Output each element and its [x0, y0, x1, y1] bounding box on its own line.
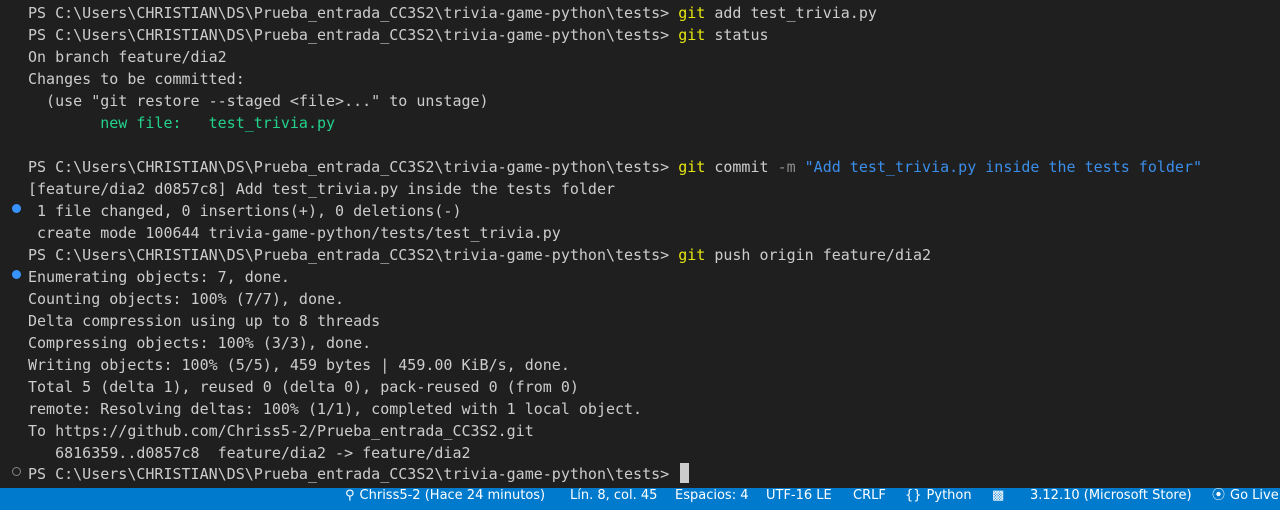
go-live-item[interactable]: ⦿ Go Live	[1212, 488, 1279, 504]
commit-summary: [feature/dia2 d0857c8] Add test_trivia.p…	[28, 180, 615, 198]
python-interpreter-item[interactable]: 3.12.10 (Microsoft Store)	[1030, 488, 1192, 504]
push-output: To https://github.com/Chriss5-2/Prueba_e…	[28, 422, 534, 440]
push-output: Writing objects: 100% (5/5), 459 bytes |…	[28, 356, 570, 374]
terminal-panel[interactable]: PS C:\Users\CHRISTIAN\DS\Prueba_entrada_…	[0, 0, 1280, 490]
push-output: 6816359..d0857c8 feature/dia2 -> feature…	[28, 444, 471, 462]
terminal-prompt: PS C:\Users\CHRISTIAN\DS\Prueba_entrada_…	[28, 246, 679, 264]
commit-create: create mode 100644 trivia-game-python/te…	[28, 224, 561, 242]
command-args: push origin feature/dia2	[705, 246, 932, 264]
encoding-item[interactable]: UTF-16 LE	[766, 488, 832, 504]
command-args: add test_trivia.py	[705, 4, 877, 22]
terminal-line: PS C:\Users\CHRISTIAN\DS\Prueba_entrada_…	[28, 156, 1202, 178]
terminal-line: PS C:\Users\CHRISTIAN\DS\Prueba_entrada_…	[28, 24, 769, 46]
status-hint: (use "git restore --staged <file>..." to…	[28, 92, 489, 110]
cursor-position-item[interactable]: Lín. 8, col. 45	[570, 488, 657, 504]
git-command: git	[678, 246, 706, 264]
braces-icon: {}	[905, 488, 922, 503]
python-env-icon[interactable]: ▩	[992, 488, 1004, 504]
commit-message: "Add test_trivia.py inside the tests fol…	[795, 158, 1203, 176]
status-new-file: new file: test_trivia.py	[28, 114, 336, 132]
terminal-line: PS C:\Users\CHRISTIAN\DS\Prueba_entrada_…	[28, 244, 931, 266]
broadcast-icon: ⦿	[1212, 488, 1226, 503]
status-branch: On branch feature/dia2	[28, 48, 227, 66]
terminal-prompt: PS C:\Users\CHRISTIAN\DS\Prueba_entrada_…	[28, 158, 679, 176]
terminal-prompt: PS C:\Users\CHRISTIAN\DS\Prueba_entrada_…	[28, 26, 679, 44]
git-blame-icon: ⚲	[345, 488, 355, 503]
indentation-item[interactable]: Espacios: 4	[675, 488, 748, 504]
command-decoration-icon[interactable]	[12, 467, 21, 476]
git-command: git	[678, 158, 706, 176]
push-output: Enumerating objects: 7, done.	[28, 268, 290, 286]
commit-flag: -m	[777, 158, 796, 176]
push-output: Counting objects: 100% (7/7), done.	[28, 290, 345, 308]
push-output: Total 5 (delta 1), reused 0 (delta 0), p…	[28, 378, 579, 396]
git-command: git	[678, 26, 706, 44]
terminal-line-current: PS C:\Users\CHRISTIAN\DS\Prueba_entrada_…	[28, 463, 690, 485]
terminal-cursor	[680, 463, 690, 483]
git-blame-item[interactable]: ⚲ Chriss5-2 (Hace 24 minutos)	[345, 488, 545, 504]
eol-item[interactable]: CRLF	[853, 488, 886, 504]
terminal-prompt: PS C:\Users\CHRISTIAN\DS\Prueba_entrada_…	[28, 465, 679, 483]
terminal-line: PS C:\Users\CHRISTIAN\DS\Prueba_entrada_…	[28, 2, 877, 24]
language-mode-item[interactable]: {} Python	[905, 488, 972, 504]
push-output: Delta compression using up to 8 threads	[28, 312, 381, 330]
status-bar: ⚲ Chriss5-2 (Hace 24 minutos) Lín. 8, col…	[0, 488, 1280, 510]
push-output: Compressing objects: 100% (3/3), done.	[28, 334, 372, 352]
command-args: status	[705, 26, 769, 44]
command-decoration-icon[interactable]	[12, 204, 21, 213]
status-changes-header: Changes to be committed:	[28, 70, 245, 88]
git-command: git	[678, 4, 706, 22]
command-decoration-icon[interactable]	[12, 270, 21, 279]
push-output: remote: Resolving deltas: 100% (1/1), co…	[28, 400, 643, 418]
commit-stats: 1 file changed, 0 insertions(+), 0 delet…	[28, 202, 462, 220]
command-args: commit	[705, 158, 778, 176]
terminal-prompt: PS C:\Users\CHRISTIAN\DS\Prueba_entrada_…	[28, 4, 679, 22]
